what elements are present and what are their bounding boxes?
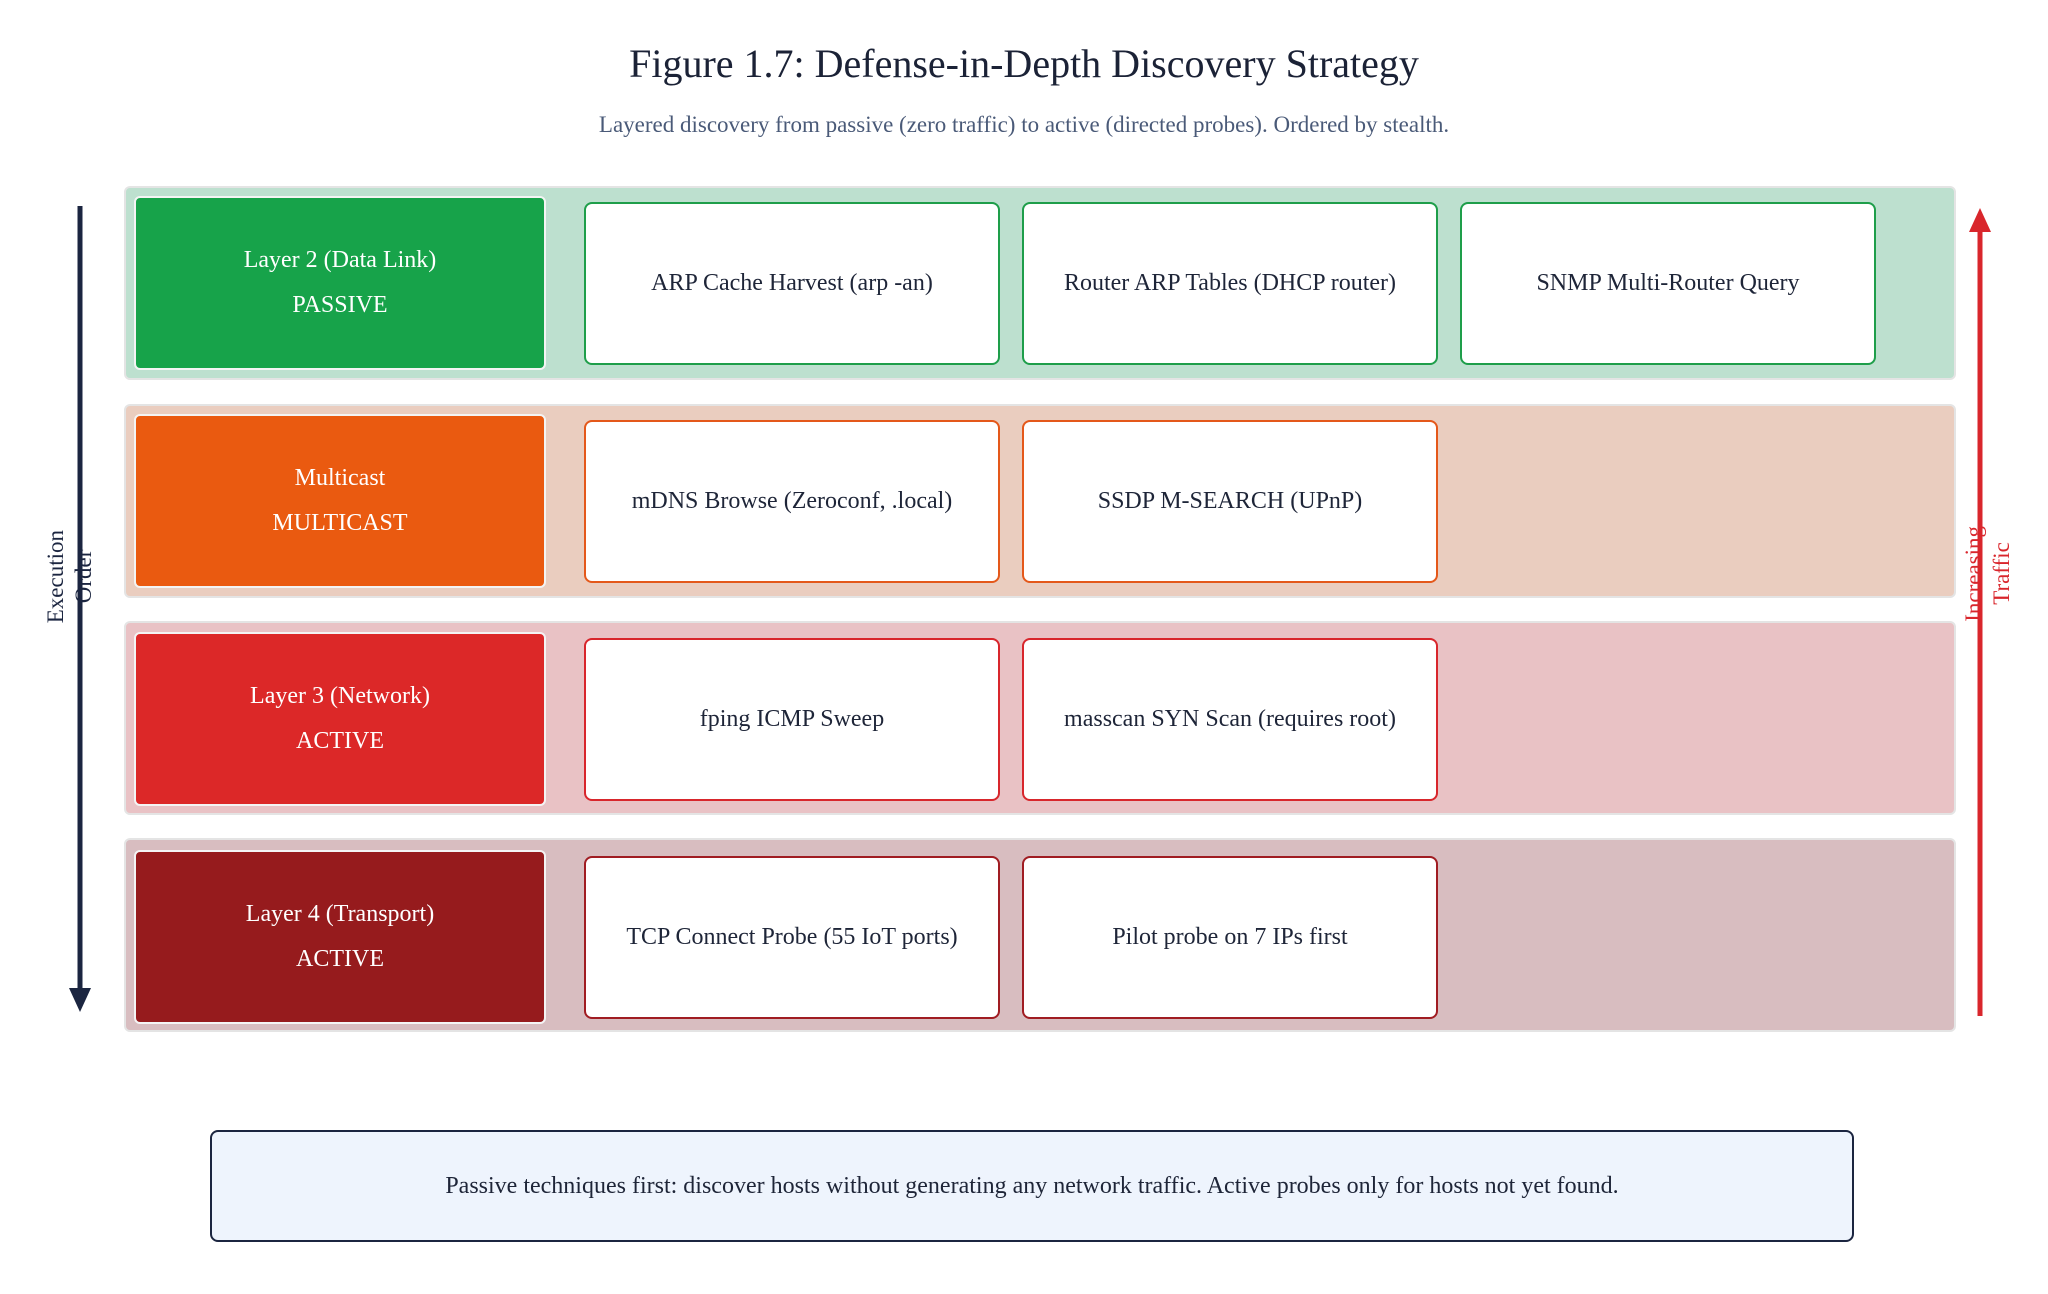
summary-text: Passive techniques first: discover hosts… bbox=[445, 1172, 1619, 1199]
label-line-1: Execution bbox=[43, 530, 68, 624]
summary-note: Passive techniques first: discover hosts… bbox=[210, 1130, 1854, 1242]
label-line-1: Increasing bbox=[1961, 526, 1986, 622]
axis-arrows bbox=[69, 206, 1991, 1016]
increasing-traffic-label: Increasing Traffic bbox=[1960, 526, 2016, 622]
execution-order-label: Execution Order bbox=[42, 530, 98, 623]
label-line-2: Order bbox=[71, 549, 96, 604]
label-line-2: Traffic bbox=[1989, 542, 2014, 606]
